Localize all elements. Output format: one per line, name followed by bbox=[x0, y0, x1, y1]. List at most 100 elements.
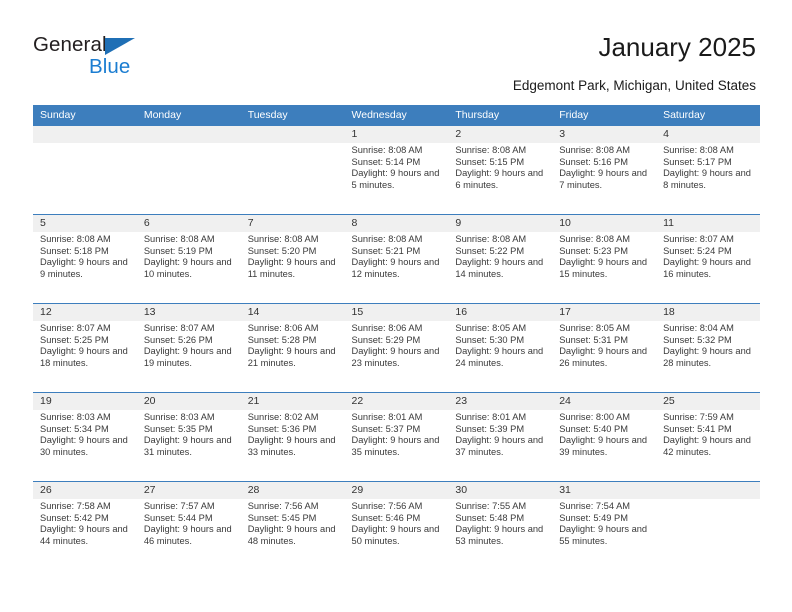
day-number[interactable]: 7 bbox=[241, 215, 345, 232]
day-number[interactable]: 15 bbox=[345, 304, 449, 321]
sunrise-text: Sunrise: 8:06 AM bbox=[351, 323, 423, 333]
sunset-text: Sunset: 5:49 PM bbox=[559, 512, 628, 523]
day-number[interactable]: 27 bbox=[137, 482, 241, 499]
day-cell[interactable]: Sunrise: 8:08 AM Sunset: 5:16 PM Daylight:… bbox=[552, 143, 656, 214]
daylight-text: Daylight: 9 hours and 11 minutes. bbox=[247, 257, 336, 279]
calendar-week-row: 19 20 21 22 23 24 25 Sunrise: 8:03 AM Sunset: 5:… bbox=[33, 392, 760, 481]
day-cell[interactable]: Sunrise: 8:07 AM Sunset: 5:24 PM Daylight:… bbox=[656, 232, 760, 303]
daylight-text: Daylight: 9 hours and 44 minutes. bbox=[40, 524, 128, 546]
day-cell[interactable]: Sunrise: 8:08 AM Sunset: 5:23 PM Daylight:… bbox=[552, 232, 656, 303]
day-cell[interactable]: Sunrise: 8:08 AM Sunset: 5:19 PM Daylight:… bbox=[137, 232, 241, 303]
weekday-header-wednesday: Wednesday bbox=[351, 109, 407, 121]
day-cell-empty bbox=[241, 143, 345, 214]
day-number[interactable]: 5 bbox=[33, 215, 137, 232]
day-number[interactable]: 14 bbox=[241, 304, 345, 321]
weekday-header-friday: Friday bbox=[559, 109, 589, 121]
day-number[interactable]: 9 bbox=[448, 215, 552, 232]
daylight-text: Daylight: 9 hours and 48 minutes. bbox=[247, 524, 336, 546]
sunrise-text: Sunrise: 8:05 AM bbox=[559, 323, 631, 333]
day-number[interactable]: 10 bbox=[552, 215, 656, 232]
day-number[interactable]: 24 bbox=[552, 393, 656, 410]
generalblue-logo[interactable]: General Blue bbox=[33, 34, 213, 82]
day-cell[interactable]: Sunrise: 8:05 AM Sunset: 5:31 PM Daylight:… bbox=[552, 321, 656, 392]
sunrise-text: Sunrise: 7:56 AM bbox=[247, 501, 319, 511]
day-number[interactable]: 2 bbox=[448, 126, 552, 143]
week-body-strip: Sunrise: 8:08 AM Sunset: 5:18 PM Daylight:… bbox=[33, 232, 760, 303]
day-cell[interactable]: Sunrise: 8:01 AM Sunset: 5:37 PM Daylight:… bbox=[345, 410, 449, 481]
sunrise-text: Sunrise: 7:54 AM bbox=[559, 501, 631, 511]
sunset-text: Sunset: 5:44 PM bbox=[143, 512, 213, 523]
day-cell[interactable]: Sunrise: 8:02 AM Sunset: 5:36 PM Daylight:… bbox=[241, 410, 345, 481]
day-cell[interactable]: Sunrise: 8:08 AM Sunset: 5:21 PM Daylight:… bbox=[345, 232, 449, 303]
sunrise-text: Sunrise: 8:01 AM bbox=[455, 412, 527, 422]
day-number[interactable]: 3 bbox=[552, 126, 656, 143]
day-number[interactable]: 30 bbox=[448, 482, 552, 499]
day-cell[interactable]: Sunrise: 7:54 AM Sunset: 5:49 PM Daylight:… bbox=[552, 499, 656, 570]
day-cell[interactable]: Sunrise: 8:01 AM Sunset: 5:39 PM Daylight:… bbox=[448, 410, 552, 481]
day-number[interactable]: 16 bbox=[448, 304, 552, 321]
day-cell[interactable]: Sunrise: 7:57 AM Sunset: 5:44 PM Daylight:… bbox=[137, 499, 241, 570]
sunset-text: Sunset: 5:19 PM bbox=[143, 245, 213, 256]
sunrise-text: Sunrise: 8:02 AM bbox=[247, 412, 319, 422]
day-number[interactable]: 1 bbox=[345, 126, 449, 143]
day-number[interactable]: 20 bbox=[137, 393, 241, 410]
daylight-text: Daylight: 9 hours and 7 minutes. bbox=[559, 168, 648, 190]
day-number[interactable]: 11 bbox=[656, 215, 760, 232]
day-number[interactable]: 26 bbox=[33, 482, 137, 499]
sunrise-text: Sunrise: 8:05 AM bbox=[455, 323, 527, 333]
sunset-text: Sunset: 5:26 PM bbox=[143, 334, 213, 345]
day-cell[interactable]: Sunrise: 8:06 AM Sunset: 5:28 PM Daylight:… bbox=[241, 321, 345, 392]
logo-text-blue: Blue bbox=[89, 55, 131, 78]
sunrise-text: Sunrise: 8:08 AM bbox=[351, 145, 423, 155]
day-cell[interactable]: Sunrise: 8:07 AM Sunset: 5:25 PM Daylight:… bbox=[33, 321, 137, 392]
sunrise-text: Sunrise: 7:58 AM bbox=[40, 501, 111, 511]
sunrise-text: Sunrise: 8:08 AM bbox=[247, 234, 319, 244]
day-cell[interactable]: Sunrise: 8:08 AM Sunset: 5:15 PM Daylight:… bbox=[448, 143, 552, 214]
sunrise-text: Sunrise: 8:06 AM bbox=[247, 323, 319, 333]
daylight-text: Daylight: 9 hours and 14 minutes. bbox=[455, 257, 544, 279]
day-cell[interactable]: Sunrise: 8:08 AM Sunset: 5:22 PM Daylight:… bbox=[448, 232, 552, 303]
day-cell[interactable]: Sunrise: 7:55 AM Sunset: 5:48 PM Daylight:… bbox=[448, 499, 552, 570]
day-number[interactable]: 6 bbox=[137, 215, 241, 232]
day-number[interactable]: 28 bbox=[241, 482, 345, 499]
day-number[interactable]: 22 bbox=[345, 393, 449, 410]
day-number[interactable]: 31 bbox=[552, 482, 656, 499]
week-body-strip: Sunrise: 8:07 AM Sunset: 5:25 PM Daylight:… bbox=[33, 321, 760, 392]
weekday-header-saturday: Saturday bbox=[663, 109, 706, 121]
daylight-text: Daylight: 9 hours and 9 minutes. bbox=[40, 257, 128, 279]
day-cell[interactable]: Sunrise: 8:07 AM Sunset: 5:26 PM Daylight:… bbox=[137, 321, 241, 392]
day-cell[interactable]: Sunrise: 7:58 AM Sunset: 5:42 PM Daylight:… bbox=[33, 499, 137, 570]
day-cell[interactable]: Sunrise: 8:03 AM Sunset: 5:35 PM Daylight:… bbox=[137, 410, 241, 481]
day-number[interactable]: 19 bbox=[33, 393, 137, 410]
day-cell[interactable]: Sunrise: 8:08 AM Sunset: 5:20 PM Daylight:… bbox=[241, 232, 345, 303]
day-cell[interactable]: Sunrise: 8:08 AM Sunset: 5:18 PM Daylight:… bbox=[33, 232, 137, 303]
day-number[interactable]: 13 bbox=[137, 304, 241, 321]
sunrise-text: Sunrise: 8:08 AM bbox=[559, 145, 631, 155]
daylight-text: Daylight: 9 hours and 24 minutes. bbox=[455, 346, 544, 368]
day-cell[interactable]: Sunrise: 8:08 AM Sunset: 5:14 PM Daylight:… bbox=[345, 143, 449, 214]
sunset-text: Sunset: 5:23 PM bbox=[559, 245, 628, 256]
day-number[interactable]: 29 bbox=[345, 482, 449, 499]
day-number[interactable]: 25 bbox=[656, 393, 760, 410]
day-cell[interactable]: Sunrise: 8:05 AM Sunset: 5:30 PM Daylight:… bbox=[448, 321, 552, 392]
day-number[interactable]: 8 bbox=[345, 215, 449, 232]
day-cell[interactable]: Sunrise: 7:56 AM Sunset: 5:46 PM Daylight:… bbox=[345, 499, 449, 570]
day-number[interactable]: 23 bbox=[448, 393, 552, 410]
day-number[interactable]: 12 bbox=[33, 304, 137, 321]
day-cell[interactable]: Sunrise: 8:06 AM Sunset: 5:29 PM Daylight:… bbox=[345, 321, 449, 392]
day-cell[interactable]: Sunrise: 7:56 AM Sunset: 5:45 PM Daylight:… bbox=[241, 499, 345, 570]
day-number[interactable]: 17 bbox=[552, 304, 656, 321]
sunset-text: Sunset: 5:22 PM bbox=[455, 245, 525, 256]
sunset-text: Sunset: 5:21 PM bbox=[351, 245, 421, 256]
day-cell[interactable]: Sunrise: 8:04 AM Sunset: 5:32 PM Daylight:… bbox=[656, 321, 760, 392]
day-cell[interactable]: Sunrise: 8:00 AM Sunset: 5:40 PM Daylight:… bbox=[552, 410, 656, 481]
day-cell[interactable]: Sunrise: 7:59 AM Sunset: 5:41 PM Daylight:… bbox=[656, 410, 760, 481]
day-cell[interactable]: Sunrise: 8:03 AM Sunset: 5:34 PM Daylight:… bbox=[33, 410, 137, 481]
day-number[interactable]: 21 bbox=[241, 393, 345, 410]
daylight-text: Daylight: 9 hours and 6 minutes. bbox=[455, 168, 544, 190]
day-number[interactable]: 4 bbox=[656, 126, 760, 143]
daylight-text: Daylight: 9 hours and 16 minutes. bbox=[663, 257, 751, 279]
sunset-text: Sunset: 5:40 PM bbox=[559, 423, 628, 434]
day-cell[interactable]: Sunrise: 8:08 AM Sunset: 5:17 PM Daylight:… bbox=[656, 143, 760, 214]
day-number[interactable]: 18 bbox=[656, 304, 760, 321]
